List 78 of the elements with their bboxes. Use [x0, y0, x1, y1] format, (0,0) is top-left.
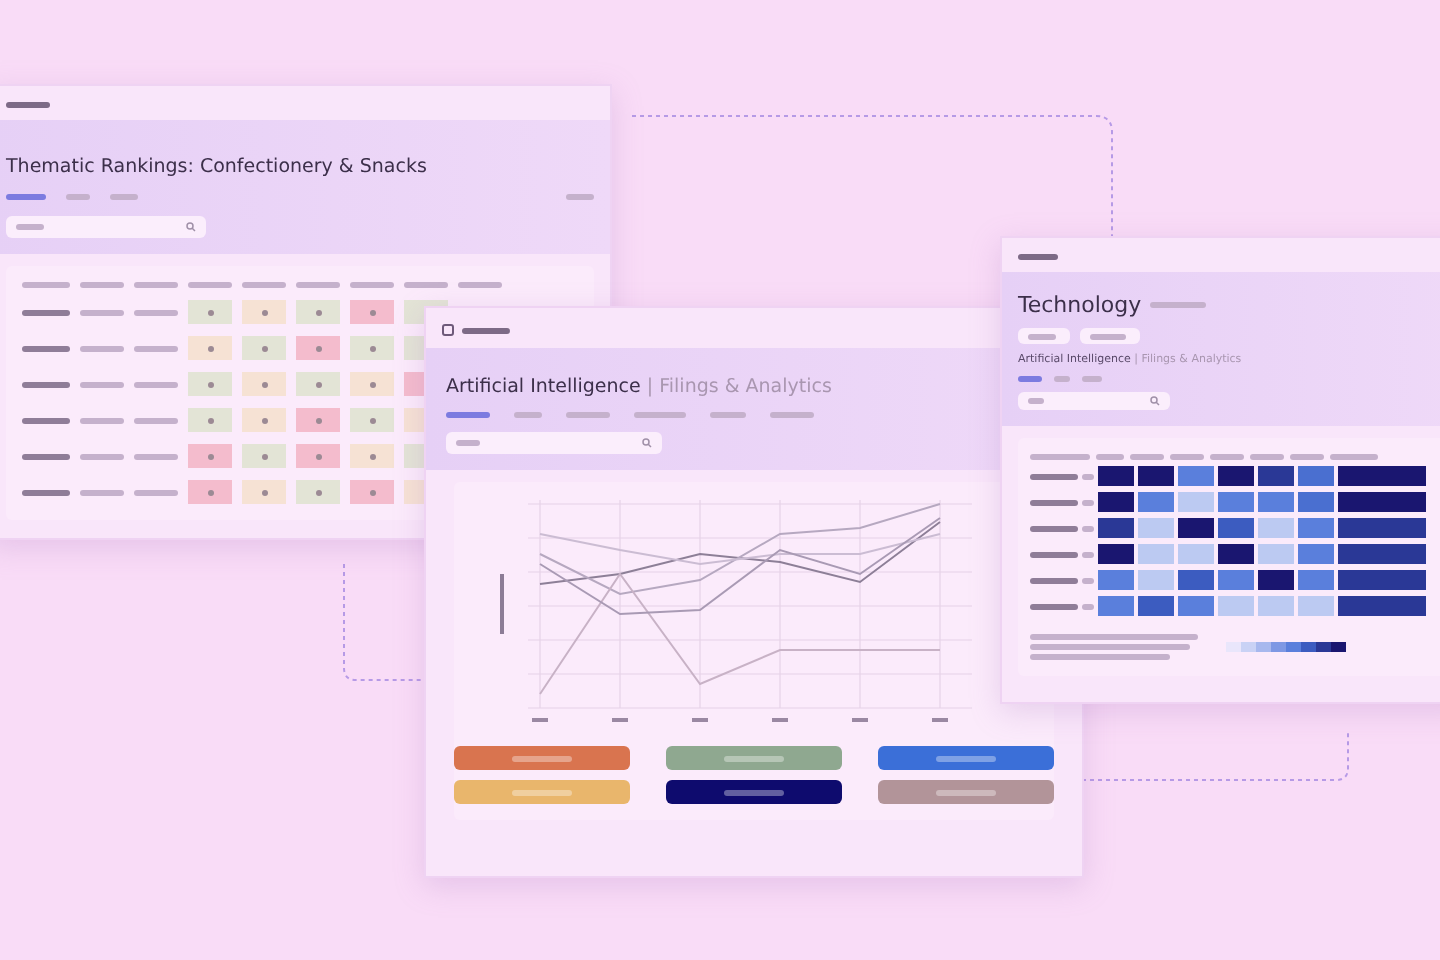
blurred-text: [1030, 577, 1078, 583]
blurred-text: [456, 440, 480, 446]
blurred-text: [404, 282, 448, 288]
legend-button[interactable]: [666, 780, 842, 804]
connector-line: [343, 563, 423, 681]
blurred-text: [134, 489, 178, 495]
blurred-text: [188, 282, 232, 288]
blurred-text: [134, 417, 178, 423]
blurred-text: [1330, 454, 1378, 460]
blurred-text: [22, 345, 70, 351]
blurred-text: [1290, 454, 1324, 460]
legend-button[interactable]: [878, 780, 1054, 804]
blurred-text: [566, 412, 610, 418]
blurred-text: [22, 381, 70, 387]
blurred-text: [634, 412, 686, 418]
blurred-text: [1030, 473, 1078, 479]
blurred-text: [1096, 454, 1124, 460]
search-icon: [1150, 396, 1160, 406]
blurred-text: [566, 194, 594, 200]
blurred-text: [458, 282, 502, 288]
legend-button[interactable]: [878, 746, 1054, 770]
blurred-text: [446, 412, 490, 418]
blurred-text: [242, 282, 286, 288]
blurred-text: [1130, 454, 1164, 460]
blurred-text: [22, 489, 70, 495]
blurred-text: [80, 309, 124, 315]
blurred-text: [514, 412, 542, 418]
blurred-text: [350, 282, 394, 288]
blurred-text: [80, 417, 124, 423]
blurred-text: [6, 102, 50, 108]
blurred-text: [1030, 499, 1078, 505]
blurred-text: [80, 282, 124, 288]
logo-icon: [442, 324, 454, 336]
blurred-text: [296, 282, 340, 288]
blurred-text: [80, 381, 124, 387]
blurred-text: [134, 345, 178, 351]
search-icon: [186, 222, 196, 232]
legend-button[interactable]: [454, 780, 630, 804]
blurred-text: [134, 282, 178, 288]
blurred-text: [1090, 333, 1126, 339]
blurred-text: [1030, 603, 1078, 609]
blurred-text: [462, 327, 510, 333]
blurred-text: [1250, 454, 1284, 460]
blurred-text: [770, 412, 814, 418]
blurred-text: [16, 224, 44, 230]
blurred-text: [66, 194, 90, 200]
window-title: Artificial Intelligence | Filings & Analytics: [446, 376, 832, 398]
blurred-text: [80, 489, 124, 495]
blurred-text: [1028, 333, 1056, 339]
blurred-text: [80, 345, 124, 351]
search-icon: [642, 438, 652, 448]
blurred-text: [80, 453, 124, 459]
blurred-text: [134, 453, 178, 459]
blurred-text: [1018, 376, 1042, 382]
legend-button[interactable]: [454, 746, 630, 770]
search-field[interactable]: [1018, 392, 1170, 410]
blurred-text: [22, 453, 70, 459]
blurred-text: [134, 381, 178, 387]
blurred-text: [1170, 454, 1204, 460]
blurred-text: [710, 412, 746, 418]
blurred-text: [1030, 654, 1170, 660]
blurred-text: [22, 282, 70, 288]
search-field[interactable]: [446, 432, 662, 454]
blurred-text: [1018, 254, 1058, 260]
window-title: Technology: [1018, 292, 1142, 318]
blurred-text: [22, 309, 70, 315]
blurred-text: [110, 194, 138, 200]
blurred-text: [1149, 302, 1206, 308]
blurred-text: [1030, 525, 1078, 531]
blurred-text: [134, 309, 178, 315]
color-scale-drawing: [1226, 641, 1346, 653]
search-field[interactable]: [6, 216, 206, 238]
blurred-text: [1030, 551, 1078, 557]
blurred-text: [22, 417, 70, 423]
blurred-text: [6, 194, 46, 200]
blurred-text: [1210, 454, 1244, 460]
window-title: Thematic Rankings: Confectionery & Snacks: [6, 156, 427, 178]
legend-button[interactable]: [666, 746, 842, 770]
